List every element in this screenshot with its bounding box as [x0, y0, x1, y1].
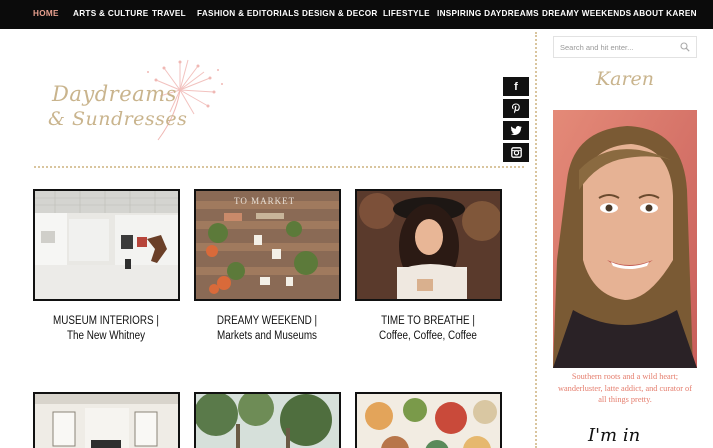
nav-dreamy-weekends[interactable]: DREAMY WEEKENDS — [542, 9, 631, 18]
search-box — [553, 36, 697, 58]
top-navigation: HOME ARTS & CULTURE TRAVEL FASHION & EDI… — [0, 0, 713, 29]
sidebar-divider — [535, 32, 537, 448]
sidebar-widget-title: Karen — [595, 68, 655, 90]
site-logo[interactable]: Daydreams & Sundresses — [48, 56, 228, 166]
post-title-line1: MUSEUM INTERIORS | — [53, 315, 159, 327]
header-divider — [34, 166, 524, 168]
post-title-museum-interiors[interactable]: MUSEUM INTERIORS | The New Whitney — [33, 314, 179, 344]
instagram-icon[interactable] — [503, 143, 529, 162]
post-image-museum-interiors[interactable] — [33, 189, 180, 301]
nav-design-decor[interactable]: DESIGN & DECOR — [302, 9, 378, 18]
post-title-line2: Coffee, Coffee, Coffee — [379, 330, 477, 342]
post-image-row2-interior[interactable] — [33, 392, 180, 448]
post-title-line2: The New Whitney — [66, 330, 146, 342]
logo-text-line1: Daydreams — [52, 82, 177, 106]
post-title-line1: DREAMY WEEKEND | — [216, 315, 318, 327]
nav-home[interactable]: HOME — [33, 9, 59, 18]
author-bio: Southern roots and a wild heart; wanderl… — [558, 372, 692, 404]
nav-about-karen[interactable]: ABOUT KAREN — [633, 9, 697, 18]
post-title-time-to-breathe[interactable]: TIME TO BREATHE | Coffee, Coffee, Coffee — [355, 314, 501, 344]
author-photo — [553, 110, 697, 368]
signature-graphic: I'm in — [578, 425, 678, 448]
twitter-icon[interactable] — [503, 121, 529, 140]
post-title-line1: TIME TO BREATHE | — [381, 315, 475, 327]
logo-text-line2: & Sundresses — [48, 108, 188, 130]
search-icon[interactable] — [680, 42, 690, 52]
nav-fashion-editorials[interactable]: FASHION & EDITORIALS — [197, 9, 299, 18]
post-title-line2: Markets and Museums — [216, 330, 318, 342]
nav-arts-culture[interactable]: ARTS & CULTURE — [73, 9, 148, 18]
post-image-time-to-breathe[interactable] — [355, 189, 502, 301]
search-input[interactable] — [560, 40, 678, 55]
nav-inspiring-daydreams[interactable]: INSPIRING DAYDREAMS — [437, 9, 539, 18]
facebook-icon[interactable]: f — [503, 77, 529, 96]
post-title-dreamy-weekend[interactable]: DREAMY WEEKEND | Markets and Museums — [194, 314, 340, 344]
pinterest-icon[interactable] — [503, 99, 529, 118]
nav-lifestyle[interactable]: LIFESTYLE — [383, 9, 430, 18]
post-image-dreamy-weekend[interactable]: TO MARKET — [194, 189, 341, 301]
svg-text:TO MARKET: TO MARKET — [234, 196, 295, 206]
post-image-row2-food[interactable] — [355, 392, 502, 448]
nav-travel[interactable]: TRAVEL — [152, 9, 186, 18]
post-image-row2-garden[interactable] — [194, 392, 341, 448]
signature-text: I'm in — [588, 425, 641, 446]
